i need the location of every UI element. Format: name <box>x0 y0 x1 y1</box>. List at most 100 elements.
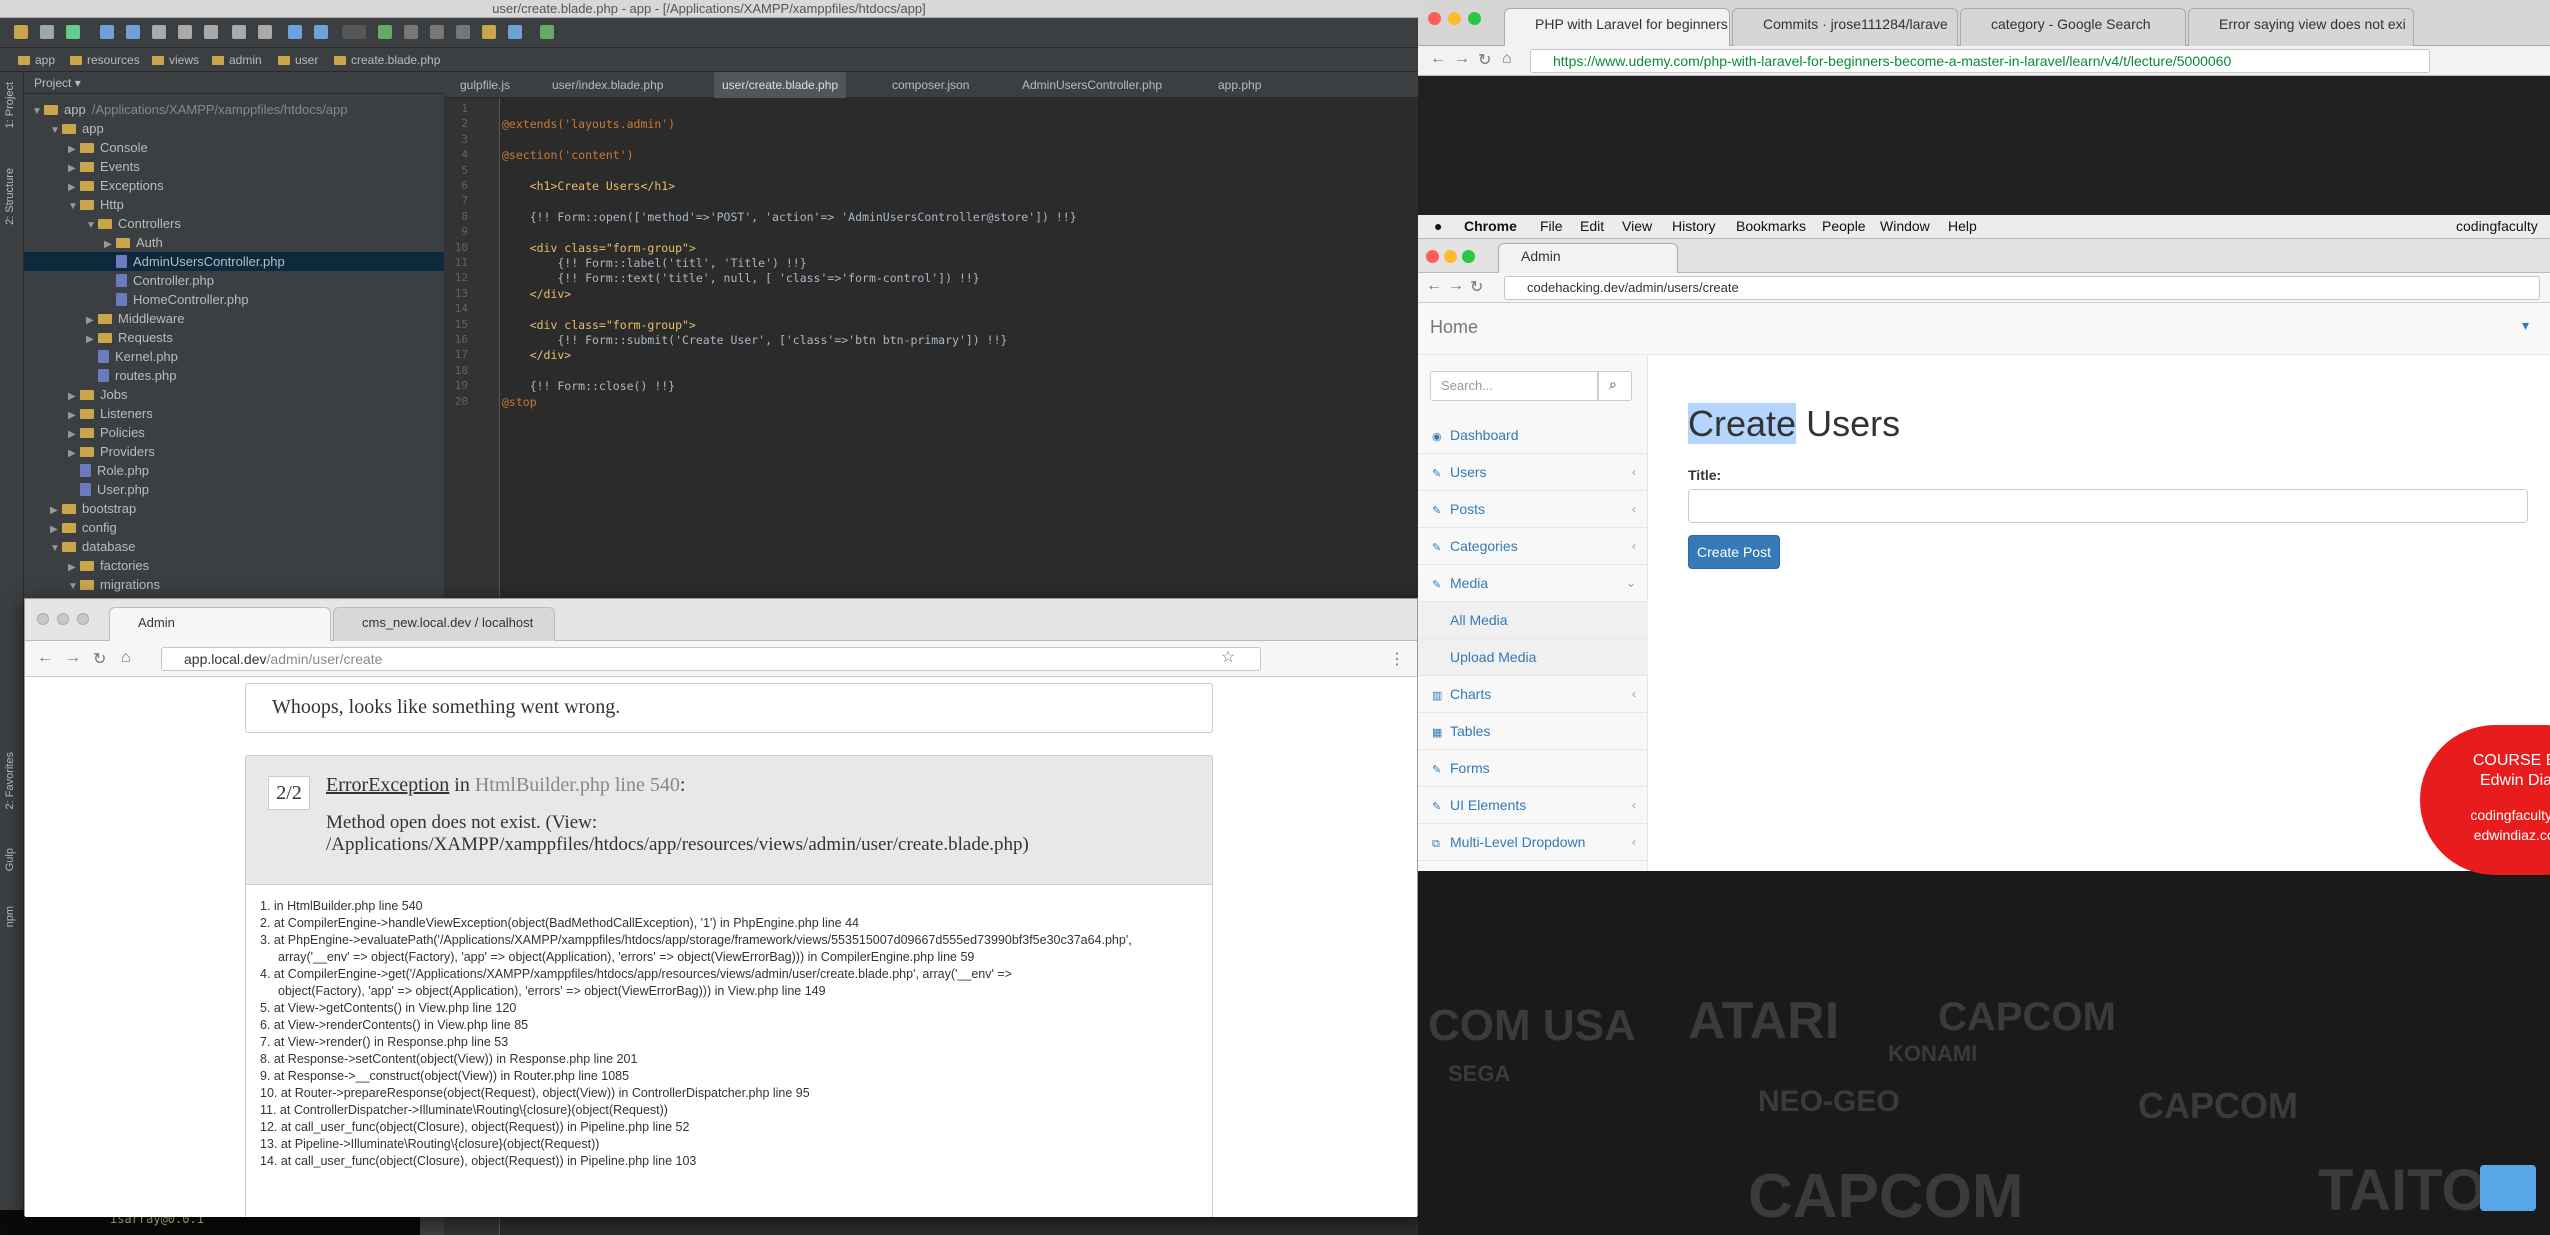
tab-app-php[interactable]: app.php <box>1210 72 1269 98</box>
paste-icon[interactable] <box>204 25 218 39</box>
menu-people[interactable]: People <box>1822 218 1866 234</box>
favorites-tool-tab[interactable]: 2: Favorites <box>4 752 16 809</box>
folder-icon[interactable] <box>2480 1165 2536 1211</box>
tree-folder[interactable]: ▶ Console <box>24 138 444 157</box>
debug-icon[interactable] <box>404 25 418 39</box>
menu-icon[interactable]: ⋮ <box>1389 649 1405 669</box>
menu-window[interactable]: Window <box>1880 218 1930 234</box>
forward-icon[interactable]: → <box>1454 50 1470 68</box>
tab-github-commits[interactable]: Commits · jrose111284/larave <box>1732 8 1958 46</box>
save-icon[interactable] <box>40 25 54 39</box>
tab-admin[interactable]: Admin <box>1498 243 1678 273</box>
help-icon[interactable] <box>508 25 522 39</box>
tab-admin[interactable]: Admin <box>109 607 331 641</box>
find-icon[interactable] <box>232 25 246 39</box>
tree-folder[interactable]: ▶ config <box>24 518 444 537</box>
tab-admin-users-controller[interactable]: AdminUsersController.php <box>1014 72 1170 98</box>
open-folder-icon[interactable] <box>14 25 28 39</box>
back-icon[interactable]: ← <box>37 649 53 667</box>
minimize-window-button[interactable] <box>57 613 69 625</box>
title-field[interactable] <box>1688 489 2528 523</box>
settings-icon[interactable] <box>482 25 496 39</box>
breadcrumb-item[interactable]: app <box>18 53 55 67</box>
sidebar-item-forms[interactable]: ✎ Forms <box>1418 750 1648 787</box>
tab-udemy[interactable]: PHP with Laravel for beginners <box>1504 8 1730 46</box>
tree-file[interactable]: User.php <box>24 480 444 499</box>
url-input[interactable]: app.local.dev/admin/user/create <box>161 647 1261 671</box>
tree-folder[interactable]: ▼ Http <box>24 195 444 214</box>
tree-folder[interactable]: ▼ Controllers <box>24 214 444 233</box>
copy-icon[interactable] <box>178 25 192 39</box>
tree-file[interactable]: Kernel.php <box>24 347 444 366</box>
zoom-window-button[interactable] <box>1462 250 1475 263</box>
sidebar-item-categories[interactable]: ✎ Categories ‹ <box>1418 528 1648 565</box>
home-icon[interactable]: ⌂ <box>1502 50 1512 68</box>
url-input[interactable]: https://www.udemy.com/php-with-laravel-f… <box>1530 49 2430 73</box>
tree-file[interactable]: AdminUsersController.php <box>24 252 444 271</box>
minimize-window-button[interactable] <box>1448 12 1461 25</box>
search-input[interactable]: Search... <box>1430 371 1598 401</box>
tree-folder[interactable]: ▶ Requests <box>24 328 444 347</box>
close-window-button[interactable] <box>1428 12 1441 25</box>
expanded-arrow-icon[interactable]: ▼ <box>68 577 80 596</box>
back-icon[interactable]: ← <box>1430 50 1446 68</box>
user-menu-icon[interactable]: ▾ <box>2522 317 2529 334</box>
sidebar-item-dashboard[interactable]: ◉ Dashboard <box>1418 417 1648 454</box>
tree-file[interactable]: routes.php <box>24 366 444 385</box>
sidebar-item-posts[interactable]: ✎ Posts ‹ <box>1418 491 1648 528</box>
tree-folder[interactable]: ▼ app/Applications/XAMPP/xamppfiles/htdoc… <box>24 100 444 119</box>
tree-folder[interactable]: ▼ database <box>24 537 444 556</box>
close-window-button[interactable] <box>1426 250 1439 263</box>
stop-icon[interactable] <box>456 25 470 39</box>
reload-icon[interactable]: ↻ <box>1478 50 1491 70</box>
reload-icon[interactable]: ↻ <box>1470 277 1483 297</box>
breadcrumb-item[interactable]: admin <box>212 53 262 67</box>
menu-history[interactable]: History <box>1672 218 1716 234</box>
create-post-button[interactable]: Create Post <box>1688 535 1780 569</box>
menu-file[interactable]: File <box>1540 218 1563 234</box>
tree-file[interactable]: Controller.php <box>24 271 444 290</box>
reload-icon[interactable]: ↻ <box>93 649 106 669</box>
tab-cms-localhost[interactable]: cms_new.local.dev / localhost <box>333 607 555 641</box>
breadcrumb-item[interactable]: resources <box>70 53 140 67</box>
home-icon[interactable]: ⌂ <box>121 649 131 667</box>
tree-folder[interactable]: ▶ Policies <box>24 423 444 442</box>
apple-icon[interactable]: ● <box>1434 218 1442 234</box>
cut-icon[interactable] <box>152 25 166 39</box>
run-icon[interactable] <box>378 25 392 39</box>
undo-icon[interactable] <box>100 25 114 39</box>
sync-icon[interactable] <box>66 25 80 39</box>
tree-folder[interactable]: ▶ Events <box>24 157 444 176</box>
tree-folder[interactable]: ▶ Middleware <box>24 309 444 328</box>
menu-view[interactable]: View <box>1622 218 1652 234</box>
menu-edit[interactable]: Edit <box>1580 218 1604 234</box>
tree-folder[interactable]: ▼ migrations <box>24 575 444 594</box>
close-window-button[interactable] <box>37 613 49 625</box>
breadcrumb-item[interactable]: views <box>152 53 199 67</box>
gulp-tool-tab[interactable]: Gulp <box>4 848 16 871</box>
url-input[interactable]: codehacking.dev/admin/users/create <box>1504 276 2540 300</box>
tree-folder[interactable]: ▼ app <box>24 119 444 138</box>
sidebar-item-multi-level-dropdown[interactable]: ⧉ Multi-Level Dropdown ‹ <box>1418 824 1648 861</box>
search-button[interactable]: ⌕ <box>1598 371 1632 401</box>
tab-user-create[interactable]: user/create.blade.php <box>714 72 847 98</box>
menubar-user[interactable]: codingfaculty <box>2456 218 2538 234</box>
sidebar-item-upload-media[interactable]: Upload Media <box>1418 639 1648 676</box>
tab-google-search[interactable]: category - Google Search <box>1960 8 2186 46</box>
sidebar-item-all-media[interactable]: All Media <box>1418 602 1648 639</box>
tree-folder[interactable]: ▶ bootstrap <box>24 499 444 518</box>
minimize-window-button[interactable] <box>1444 250 1457 263</box>
tree-file[interactable]: Role.php <box>24 461 444 480</box>
exception-class[interactable]: ErrorException <box>326 774 449 796</box>
structure-tool-tab[interactable]: 2: Structure <box>4 168 16 225</box>
menu-chrome[interactable]: Chrome <box>1464 218 1517 234</box>
sidebar-item-users[interactable]: ✎ Users ‹ <box>1418 454 1648 491</box>
zoom-window-button[interactable] <box>77 613 89 625</box>
back-icon[interactable] <box>288 25 302 39</box>
tab-gulpfile[interactable]: gulpfile.js <box>452 72 518 98</box>
sidebar-item-ui-elements[interactable]: ✎ UI Elements ‹ <box>1418 787 1648 824</box>
forward-icon[interactable] <box>314 25 328 39</box>
tree-folder[interactable]: ▶ factories <box>24 556 444 575</box>
coverage-icon[interactable] <box>430 25 444 39</box>
tree-folder[interactable]: ▶ Jobs <box>24 385 444 404</box>
